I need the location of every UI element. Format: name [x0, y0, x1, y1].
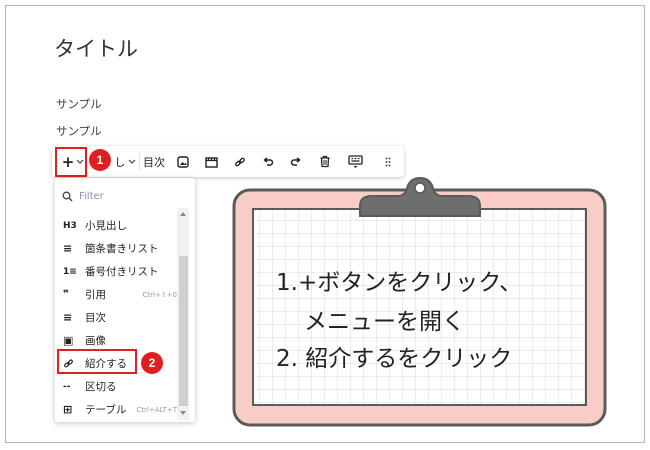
callout-line-3: 2. 紹介するをクリック	[276, 346, 513, 372]
callout-line-1: 1.+ボタンをクリック、	[276, 270, 523, 296]
callout-line-2: メニューを開く	[304, 309, 465, 335]
clip-hole	[414, 182, 426, 194]
clipboard-callout	[232, 176, 607, 427]
